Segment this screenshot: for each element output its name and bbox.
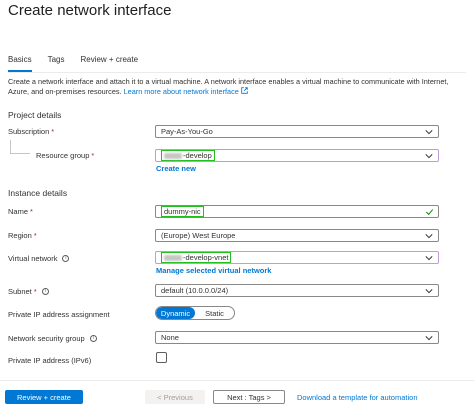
review-create-button[interactable]: Review + create [5, 390, 83, 404]
description: Create a network interface and attach it… [8, 77, 464, 97]
chevron-down-icon [425, 234, 433, 239]
chevron-down-icon [425, 336, 433, 341]
checkmark-icon [425, 209, 434, 216]
tab-tags[interactable]: Tags [48, 54, 65, 72]
name-highlight: dummy-nic [161, 206, 204, 217]
region-select[interactable]: (Europe) West Europe [155, 229, 439, 242]
region-value: (Europe) West Europe [161, 231, 236, 240]
name-label-text: Name [8, 207, 29, 216]
redacted-text [164, 254, 182, 261]
resource-group-label-text: Resource group [36, 151, 90, 160]
virtual-network-value: -develop-vnet [183, 253, 229, 262]
tree-connector [10, 140, 30, 154]
tab-basics[interactable]: Basics [8, 54, 32, 72]
nsg-select[interactable]: None [155, 331, 439, 344]
resource-group-select[interactable]: -develop [155, 149, 439, 162]
resource-group-label: Resource group * [36, 151, 94, 160]
virtual-network-label-text: Virtual network [8, 254, 58, 263]
ipv6-checkbox[interactable] [156, 352, 167, 363]
toggle-dynamic[interactable]: Dynamic [156, 307, 195, 319]
resource-group-highlight: -develop [161, 150, 215, 161]
region-label: Region * [8, 231, 37, 240]
name-value: dummy-nic [164, 207, 201, 216]
chevron-down-icon [425, 154, 433, 159]
next-tags-button[interactable]: Next : Tags > [213, 390, 285, 404]
tab-bar: Basics Tags Review + create [8, 54, 154, 72]
subscription-value: Pay-As-You-Go [161, 127, 213, 136]
tab-review-create[interactable]: Review + create [80, 54, 138, 72]
footer-divider [0, 380, 474, 381]
external-link-icon [241, 87, 248, 94]
resource-group-value: -develop [183, 151, 212, 160]
subscription-select[interactable]: Pay-As-You-Go [155, 125, 439, 138]
manage-vnet-link[interactable]: Manage selected virtual network [156, 266, 271, 275]
virtual-network-highlight: -develop-vnet [161, 252, 232, 263]
private-ip-assignment-toggle: Dynamic Static [155, 306, 235, 320]
learn-more-link-label: Learn more about network interface [123, 87, 239, 96]
name-label: Name * [8, 207, 33, 216]
region-label-text: Region [8, 231, 32, 240]
required-marker: * [51, 127, 55, 136]
virtual-network-select[interactable]: -develop-vnet [155, 251, 439, 264]
info-icon[interactable]: i [89, 335, 97, 342]
subnet-label-text: Subnet [8, 287, 32, 296]
name-input[interactable]: dummy-nic [155, 205, 439, 218]
subscription-label-text: Subscription [8, 127, 50, 136]
virtual-network-label: Virtual network i [8, 254, 70, 263]
info-icon[interactable]: i [62, 255, 70, 262]
info-icon[interactable]: i [41, 288, 49, 295]
required-marker: * [33, 231, 37, 240]
subnet-value: default (10.0.0.0/24) [161, 286, 229, 295]
required-marker: * [91, 151, 95, 160]
toggle-static[interactable]: Static [195, 307, 234, 319]
nsg-label-text: Network security group [8, 334, 85, 343]
private-ip-assignment-label: Private IP address assignment [8, 310, 110, 319]
chevron-down-icon [425, 256, 433, 261]
subscription-label: Subscription * [8, 127, 54, 136]
redacted-text [164, 152, 182, 159]
nsg-label: Network security group i [8, 334, 97, 343]
page-title: Create network interface [8, 2, 172, 19]
section-project-details: Project details [8, 110, 62, 120]
required-marker: * [30, 207, 33, 216]
chevron-down-icon [425, 289, 433, 294]
previous-button[interactable]: < Previous [145, 390, 205, 404]
section-instance-details: Instance details [8, 188, 68, 198]
create-new-link[interactable]: Create new [156, 164, 196, 173]
subnet-select[interactable]: default (10.0.0.0/24) [155, 284, 439, 297]
download-template-link[interactable]: Download a template for automation [297, 390, 418, 404]
subnet-label: Subnet * i [8, 287, 49, 296]
chevron-down-icon [425, 130, 433, 135]
tabs-divider [8, 72, 466, 73]
nsg-value: None [161, 333, 179, 342]
learn-more-link[interactable]: Learn more about network interface [124, 87, 248, 96]
ipv6-label: Private IP address (IPv6) [8, 356, 92, 365]
required-marker: * [33, 287, 37, 296]
